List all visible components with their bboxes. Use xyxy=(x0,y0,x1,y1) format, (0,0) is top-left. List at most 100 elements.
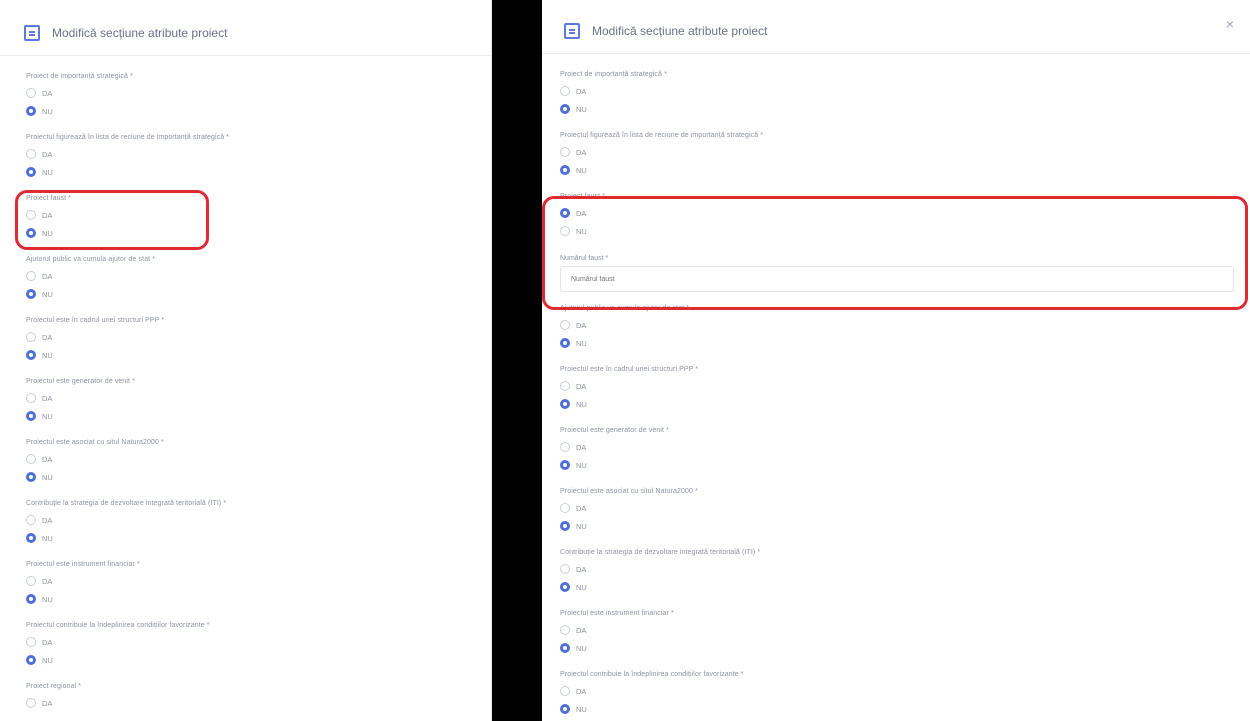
radio-label: NU xyxy=(42,350,53,360)
radio-checked[interactable] xyxy=(560,338,570,348)
radio-option-nu[interactable]: NU xyxy=(560,456,1234,474)
radio-option-nu[interactable]: NU xyxy=(560,161,1234,179)
radio-unchecked[interactable] xyxy=(26,88,36,98)
radio-option-da[interactable]: DA xyxy=(560,204,1234,222)
radio-option-da[interactable]: DA xyxy=(560,377,1234,395)
radio-checked[interactable] xyxy=(560,643,570,653)
radio-label: NU xyxy=(42,533,53,543)
radio-unchecked[interactable] xyxy=(26,271,36,281)
radio-checked[interactable] xyxy=(26,594,36,604)
field-label: Proiectul este asociat cu situl Natura20… xyxy=(26,439,164,446)
radio-option-da[interactable]: DA xyxy=(26,328,471,346)
numar-faust-input[interactable] xyxy=(560,266,1234,292)
radio-checked[interactable] xyxy=(26,533,36,543)
radio-unchecked[interactable] xyxy=(26,393,36,403)
radio-unchecked[interactable] xyxy=(26,576,36,586)
radio-unchecked[interactable] xyxy=(560,503,570,513)
radio-option-nu[interactable]: NU xyxy=(26,468,471,486)
radio-label: NU xyxy=(42,289,53,299)
radio-option-nu[interactable]: NU xyxy=(26,285,471,303)
radio-option-da[interactable]: DA xyxy=(560,682,1234,700)
radio-option-nu[interactable]: NU xyxy=(560,334,1234,352)
radio-option-da[interactable]: DA xyxy=(560,143,1234,161)
radio-checked[interactable] xyxy=(560,399,570,409)
close-icon[interactable]: × xyxy=(1226,16,1234,32)
form-field: Proiectul figurează în lista de reciune … xyxy=(26,131,471,192)
radio-option-da[interactable]: DA xyxy=(560,560,1234,578)
radio-option-nu[interactable]: NU xyxy=(560,100,1234,118)
radio-unchecked[interactable] xyxy=(560,226,570,236)
radio-unchecked[interactable] xyxy=(560,320,570,330)
radio-option-da[interactable]: DA xyxy=(26,206,471,224)
radio-option-da[interactable]: DA xyxy=(26,267,471,285)
radio-option-nu[interactable]: NU xyxy=(26,224,471,242)
radio-unchecked[interactable] xyxy=(26,210,36,220)
left-modal: Modifică secțiune atribute proiect Proie… xyxy=(0,0,492,721)
radio-option-da[interactable]: DA xyxy=(26,84,471,102)
radio-option-nu[interactable]: NU xyxy=(560,700,1234,718)
radio-option-nu[interactable]: NU xyxy=(26,346,471,364)
radio-option-nu[interactable]: NU xyxy=(560,639,1234,657)
radio-option-da[interactable]: DA xyxy=(26,694,471,712)
radio-checked[interactable] xyxy=(560,104,570,114)
radio-option-nu[interactable]: NU xyxy=(560,517,1234,535)
radio-checked[interactable] xyxy=(560,582,570,592)
radio-checked[interactable] xyxy=(26,350,36,360)
radio-option-da[interactable]: DA xyxy=(560,438,1234,456)
radio-option-da[interactable]: DA xyxy=(560,499,1234,517)
radio-option-da[interactable]: DA xyxy=(26,572,471,590)
radio-unchecked[interactable] xyxy=(26,332,36,342)
radio-unchecked[interactable] xyxy=(560,625,570,635)
radio-checked[interactable] xyxy=(560,521,570,531)
form-field: Contribuție la strategia de dezvoltare i… xyxy=(26,497,471,558)
radio-option-da[interactable]: DA xyxy=(26,389,471,407)
radio-checked[interactable] xyxy=(26,655,36,665)
radio-unchecked[interactable] xyxy=(560,686,570,696)
radio-unchecked[interactable] xyxy=(26,637,36,647)
field-label: Contribuție la strategia de dezvoltare i… xyxy=(26,500,227,507)
radio-checked[interactable] xyxy=(26,289,36,299)
radio-unchecked[interactable] xyxy=(560,86,570,96)
radio-option-nu[interactable]: NU xyxy=(26,529,471,547)
form-field: Proiect de importanță strategică * DA NU xyxy=(560,68,1234,129)
radio-checked[interactable] xyxy=(560,165,570,175)
radio-unchecked[interactable] xyxy=(560,564,570,574)
radio-checked[interactable] xyxy=(26,228,36,238)
radio-unchecked[interactable] xyxy=(26,149,36,159)
radio-checked[interactable] xyxy=(26,106,36,116)
radio-unchecked[interactable] xyxy=(560,442,570,452)
radio-checked[interactable] xyxy=(26,411,36,421)
form-field: Proiectul este generator de venit * DA NU xyxy=(26,375,471,436)
field-label: Proiectul este generator de venit * xyxy=(560,427,669,434)
radio-checked[interactable] xyxy=(26,472,36,482)
radio-option-da[interactable]: DA xyxy=(26,145,471,163)
radio-option-da[interactable]: DA xyxy=(26,633,471,651)
radio-checked[interactable] xyxy=(560,704,570,714)
radio-option-da[interactable]: DA xyxy=(26,511,471,529)
radio-option-nu[interactable]: NU xyxy=(26,163,471,181)
radio-option-nu[interactable]: NU xyxy=(26,651,471,669)
radio-unchecked[interactable] xyxy=(26,698,36,708)
radio-checked[interactable] xyxy=(560,208,570,218)
radio-unchecked[interactable] xyxy=(26,515,36,525)
radio-unchecked[interactable] xyxy=(560,381,570,391)
radio-option-da[interactable]: DA xyxy=(560,621,1234,639)
radio-option-nu[interactable]: NU xyxy=(26,590,471,608)
radio-option-nu[interactable]: NU xyxy=(560,395,1234,413)
radio-option-nu[interactable]: NU xyxy=(560,222,1234,240)
radio-checked[interactable] xyxy=(560,460,570,470)
radio-option-da[interactable]: DA xyxy=(26,450,471,468)
radio-option-da[interactable]: DA xyxy=(560,82,1234,100)
radio-unchecked[interactable] xyxy=(560,147,570,157)
radio-option-da[interactable]: DA xyxy=(560,316,1234,334)
radio-checked[interactable] xyxy=(26,167,36,177)
radio-label: NU xyxy=(42,228,53,238)
radio-unchecked[interactable] xyxy=(26,454,36,464)
radio-label: DA xyxy=(42,637,53,647)
radio-option-nu[interactable]: NU xyxy=(26,102,471,120)
radio-option-nu[interactable]: NU xyxy=(26,407,471,425)
radio-label: DA xyxy=(576,503,587,513)
radio-label: DA xyxy=(42,576,53,586)
radio-option-nu[interactable]: NU xyxy=(560,578,1234,596)
radio-label: DA xyxy=(42,88,53,98)
